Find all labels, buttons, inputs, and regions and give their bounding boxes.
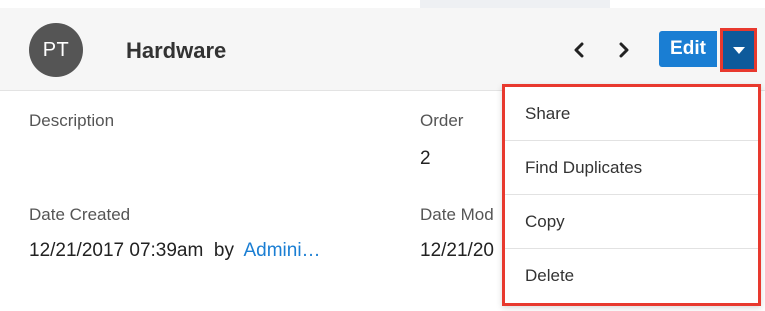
- order-value: 2: [420, 148, 431, 169]
- menu-item-delete[interactable]: Delete: [505, 249, 758, 303]
- caret-down-icon: [732, 46, 745, 54]
- date-created-datetime: 12/21/2017 07:39am: [29, 240, 204, 261]
- next-record-button[interactable]: [614, 39, 634, 61]
- order-label: Order: [420, 111, 464, 130]
- date-modified-value: 12/21/20: [420, 240, 494, 261]
- record-title: Hardware: [126, 38, 227, 63]
- menu-item-share[interactable]: Share: [505, 87, 758, 141]
- created-by-user-link[interactable]: Admini…: [243, 240, 320, 261]
- date-modified-label: Date Mod: [420, 205, 494, 224]
- edit-button[interactable]: Edit: [659, 31, 717, 67]
- actions-menu: Share Find Duplicates Copy Delete: [502, 84, 761, 306]
- date-created-label: Date Created: [29, 205, 131, 224]
- record-header: PT Hardware Edit: [0, 8, 765, 91]
- description-label: Description: [29, 111, 115, 130]
- menu-item-copy[interactable]: Copy: [505, 195, 758, 249]
- top-strip: [0, 0, 765, 8]
- previous-record-button[interactable]: [569, 39, 589, 61]
- date-created-by: by: [213, 240, 234, 261]
- actions-dropdown-button[interactable]: [720, 28, 757, 72]
- chevron-left-icon: [574, 42, 584, 58]
- chevron-right-icon: [619, 42, 629, 58]
- menu-item-find-duplicates[interactable]: Find Duplicates: [505, 141, 758, 195]
- avatar: PT: [29, 23, 83, 77]
- date-created-value: 12/21/2017 07:39am by Admini…: [29, 240, 321, 262]
- tab-hint: [420, 0, 610, 8]
